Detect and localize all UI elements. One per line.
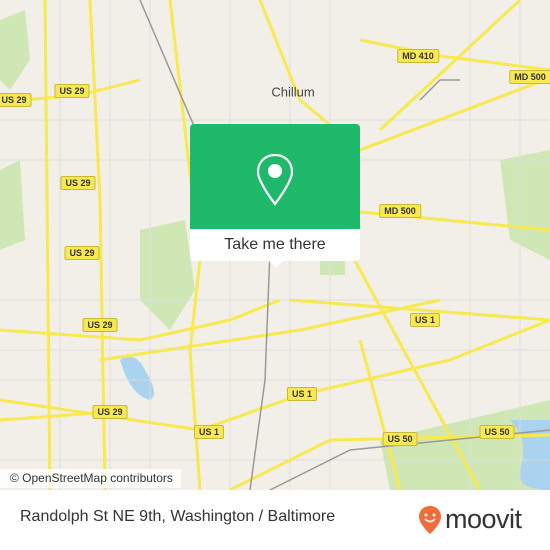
moovit-pin-icon [419,505,441,534]
moovit-logo: moovit [418,504,522,535]
route-shield: MD 500 [379,204,421,218]
location-popup [190,124,360,234]
route-shield: US 29 [92,405,128,419]
popup-pointer [268,260,284,268]
route-shield: US 1 [286,387,318,401]
place-label: Chillum [271,84,315,100]
location-pin-icon [256,153,294,206]
logo-text: moovit [445,504,522,534]
attribution[interactable]: © OpenStreetMap contributors [0,469,181,488]
route-shield: US 29 [82,318,118,332]
route-shield: US 50 [382,432,418,446]
route-shield: US 50 [479,425,515,439]
route-shield: US 29 [54,84,90,98]
route-shield: US 1 [409,313,441,327]
route-shield: US 29 [64,246,100,260]
route-shield: US 29 [0,93,32,107]
route-shield: US 29 [60,176,96,190]
route-shield: MD 500 [509,70,550,84]
route-shield: US 1 [193,425,225,439]
route-shield: MD 410 [397,49,439,63]
take-me-there-button[interactable]: Take me there [190,229,360,261]
location-title: Randolph St NE 9th, Washington / Baltimo… [20,508,336,525]
